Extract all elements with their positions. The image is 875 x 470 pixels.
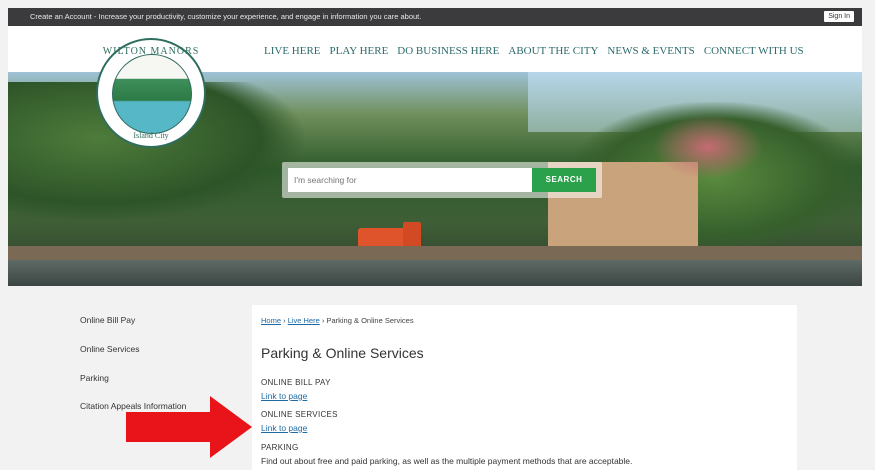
city-logo[interactable]: WILTON MANORS Island City	[96, 38, 206, 148]
hero-flowers	[648, 112, 768, 182]
sidebar-item-online-services[interactable]: Online Services	[80, 344, 140, 354]
nav-do-business-here[interactable]: DO BUSINESS HERE	[397, 45, 499, 57]
nav-play-here[interactable]: PLAY HERE	[330, 45, 389, 57]
logo-top-text: WILTON MANORS	[102, 46, 200, 57]
page-title: Parking & Online Services	[261, 345, 424, 361]
sign-in-button[interactable]: Sign In	[824, 11, 854, 22]
hero-orange-chair	[403, 222, 421, 248]
main-nav: LIVE HERE PLAY HERE DO BUSINESS HERE ABO…	[264, 45, 813, 57]
breadcrumb-live-here[interactable]: Live Here	[288, 316, 320, 325]
breadcrumb-current: Parking & Online Services	[326, 316, 414, 325]
nav-live-here[interactable]: LIVE HERE	[264, 45, 321, 57]
logo-bottom-text: Island City	[133, 131, 169, 140]
breadcrumb: Home › Live Here › Parking & Online Serv…	[261, 316, 414, 325]
logo-palm-island-emblem	[112, 54, 192, 134]
search-input[interactable]	[288, 168, 542, 192]
parking-heading: PARKING	[261, 443, 299, 452]
search-box: SEARCH	[282, 162, 602, 198]
online-bill-pay-link[interactable]: Link to page	[261, 391, 307, 401]
nav-connect-with-us[interactable]: CONNECT WITH US	[704, 45, 804, 57]
online-bill-pay-heading: ONLINE BILL PAY	[261, 378, 331, 387]
hero-water	[8, 260, 862, 286]
nav-about-the-city[interactable]: ABOUT THE CITY	[508, 45, 598, 57]
main-content: Home › Live Here › Parking & Online Serv…	[252, 305, 797, 470]
nav-news-events[interactable]: NEWS & EVENTS	[607, 45, 694, 57]
top-bar: Create an Account - Increase your produc…	[8, 8, 862, 26]
sidebar-item-parking[interactable]: Parking	[80, 373, 109, 383]
breadcrumb-home[interactable]: Home	[261, 316, 281, 325]
breadcrumb-separator: ›	[281, 316, 288, 325]
online-services-heading: ONLINE SERVICES	[261, 410, 338, 419]
search-button[interactable]: SEARCH	[532, 168, 596, 192]
online-services-link[interactable]: Link to page	[261, 423, 307, 433]
hero-dock	[8, 246, 862, 260]
sidebar-item-online-bill-pay[interactable]: Online Bill Pay	[80, 315, 135, 325]
create-account-message[interactable]: Create an Account - Increase your produc…	[30, 12, 421, 21]
red-arrow-annotation	[126, 396, 252, 458]
parking-description: Find out about free and paid parking, as…	[261, 456, 633, 466]
